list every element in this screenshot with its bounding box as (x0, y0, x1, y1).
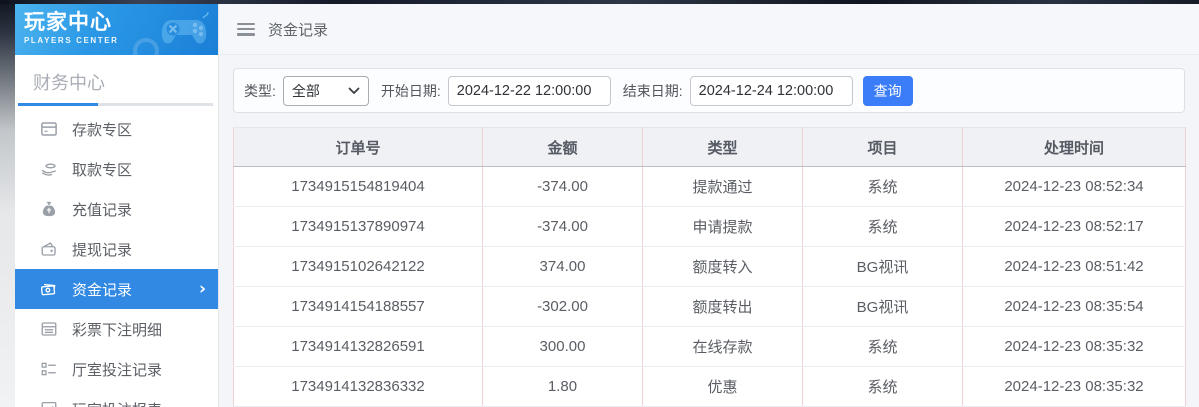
gamepad-icon (161, 11, 209, 44)
cell-project: 系统 (802, 206, 963, 247)
records-table: 订单号 金额 类型 项目 处理时间 1734915154819404 -374.00 提款通… (233, 127, 1186, 407)
cell-processed-time: 2024-12-23 08:35:54 (962, 286, 1186, 327)
cell-project: 系统 (802, 366, 963, 407)
sidebar-item-1[interactable]: 取款专区 (15, 149, 218, 189)
start-date-input[interactable] (447, 75, 611, 106)
sidebar-menu: 存款专区 取款专区 充值记录 提现记录 资金记录 › 彩票下注明细 厅室投注记录 … (15, 109, 218, 407)
cell-amount: -374.00 (482, 166, 643, 207)
cell-type: 优惠 (642, 366, 803, 407)
sidebar-item-6[interactable]: 厅室投注记录 (15, 349, 218, 389)
sidebar-item-5[interactable]: 彩票下注明细 (15, 309, 218, 349)
table-row: 1734914132826591 300.00 在线存款 系统 2024-12-23 0… (233, 326, 1186, 367)
app-window: 玩家中心 PLAYERS CENTER 财务中心 存款专区 取款专区 充值记录 … (0, 0, 1199, 407)
page-background-left (0, 0, 15, 407)
chevron-down-icon (348, 87, 360, 94)
withdrawal-record-icon (40, 240, 58, 258)
type-select[interactable]: 全部 (282, 75, 369, 106)
cell-amount: 300.00 (482, 326, 643, 367)
table-row: 1734914132836332 1.80 优惠 系统 2024-12-23 08:35… (233, 366, 1186, 407)
sidebar-item-label: 取款专区 (72, 161, 133, 179)
sidebar-section-title: 财务中心 (33, 73, 105, 93)
end-date-input[interactable] (689, 75, 853, 106)
cell-type: 额度转入 (642, 246, 803, 287)
cell-processed-time: 2024-12-23 08:35:32 (962, 366, 1186, 407)
cell-processed-time: 2024-12-23 08:52:34 (962, 166, 1186, 207)
topbar: 资金记录 (220, 4, 1199, 55)
sidebar-item-7[interactable]: 玩家投注报表 (15, 389, 218, 407)
lottery-bet-detail-icon (40, 320, 58, 338)
cell-order-no: 1734914154188557 (233, 286, 483, 327)
sidebar-item-label: 资金记录 (72, 281, 133, 299)
logo-banner: 玩家中心 PLAYERS CENTER (15, 4, 218, 55)
section-divider (18, 103, 213, 106)
cell-amount: -374.00 (482, 206, 643, 247)
hall-bet-record-icon (40, 360, 58, 378)
cell-amount: 1.80 (482, 366, 643, 407)
sidebar-item-label: 提现记录 (72, 241, 133, 259)
cell-order-no: 1734914132836332 (233, 366, 483, 407)
sidebar-item-2[interactable]: 充值记录 (15, 189, 218, 229)
query-button[interactable]: 查询 (862, 75, 913, 106)
cell-processed-time: 2024-12-23 08:52:17 (962, 206, 1186, 247)
cell-project: 系统 (802, 166, 963, 207)
withdraw-zone-icon (40, 160, 58, 178)
cell-type: 申请提款 (642, 206, 803, 247)
cell-type: 额度转出 (642, 286, 803, 327)
type-select-value: 全部 (291, 82, 320, 99)
sidebar-item-0[interactable]: 存款专区 (15, 109, 218, 149)
recharge-record-icon (40, 200, 58, 218)
table-header-row: 订单号 金额 类型 项目 处理时间 (233, 127, 1186, 167)
cell-amount: 374.00 (482, 246, 643, 287)
table-row: 1734915154819404 -374.00 提款通过 系统 2024-12-23 … (233, 166, 1186, 207)
breadcrumb: 资金记录 (268, 21, 329, 39)
cell-project: 系统 (802, 326, 963, 367)
cell-processed-time: 2024-12-23 08:35:32 (962, 326, 1186, 367)
sidebar-item-label: 存款专区 (72, 121, 133, 139)
column-header: 类型 (642, 127, 803, 167)
column-header: 处理时间 (962, 127, 1186, 167)
deposit-zone-icon (40, 120, 58, 138)
cell-project: BG视讯 (802, 286, 963, 327)
cell-processed-time: 2024-12-23 08:51:42 (962, 246, 1186, 287)
chevron-right-icon: › (198, 278, 206, 299)
cell-project: BG视讯 (802, 246, 963, 287)
sidebar-item-3[interactable]: 提现记录 (15, 229, 218, 269)
cell-order-no: 1734915137890974 (233, 206, 483, 247)
cell-order-no: 1734915102642122 (233, 246, 483, 287)
sidebar-item-label: 玩家投注报表 (72, 399, 162, 407)
cell-type: 在线存款 (642, 326, 803, 367)
end-date-label: 结束日期: (622, 82, 683, 99)
column-header: 项目 (802, 127, 963, 167)
fund-record-icon (40, 280, 58, 298)
player-bet-report-icon (40, 400, 58, 407)
sidebar-item-label: 充值记录 (72, 201, 133, 219)
table-row: 1734915102642122 374.00 额度转入 BG视讯 2024-12-23… (233, 246, 1186, 287)
start-date-label: 开始日期: (380, 82, 441, 99)
column-header: 金额 (482, 127, 643, 167)
sidebar-item-4[interactable]: 资金记录 › (15, 269, 218, 309)
table-row: 1734915137890974 -374.00 申请提款 系统 2024-12-23 … (233, 206, 1186, 247)
filter-bar: 类型: 全部 开始日期: 结束日期: 查询 (233, 68, 1185, 113)
column-header: 订单号 (233, 127, 483, 167)
cell-order-no: 1734914132826591 (233, 326, 483, 367)
hamburger-menu-icon[interactable] (237, 22, 255, 36)
main-panel: 资金记录 类型: 全部 开始日期: 结束日期: 查询 (220, 4, 1199, 407)
table-row: 1734914154188557 -302.00 额度转出 BG视讯 2024-12-2… (233, 286, 1186, 327)
sidebar: 玩家中心 PLAYERS CENTER 财务中心 存款专区 取款专区 充值记录 … (15, 4, 219, 407)
cell-amount: -302.00 (482, 286, 643, 327)
cell-type: 提款通过 (642, 166, 803, 207)
sidebar-item-label: 彩票下注明细 (72, 321, 163, 339)
type-label: 类型: (244, 82, 276, 99)
sidebar-item-label: 厅室投注记录 (72, 361, 163, 379)
page-background-top (0, 0, 1199, 4)
cell-order-no: 1734915154819404 (233, 166, 483, 207)
content-area: 类型: 全部 开始日期: 结束日期: 查询 订单号金额类型项目处理时间 (220, 68, 1199, 407)
